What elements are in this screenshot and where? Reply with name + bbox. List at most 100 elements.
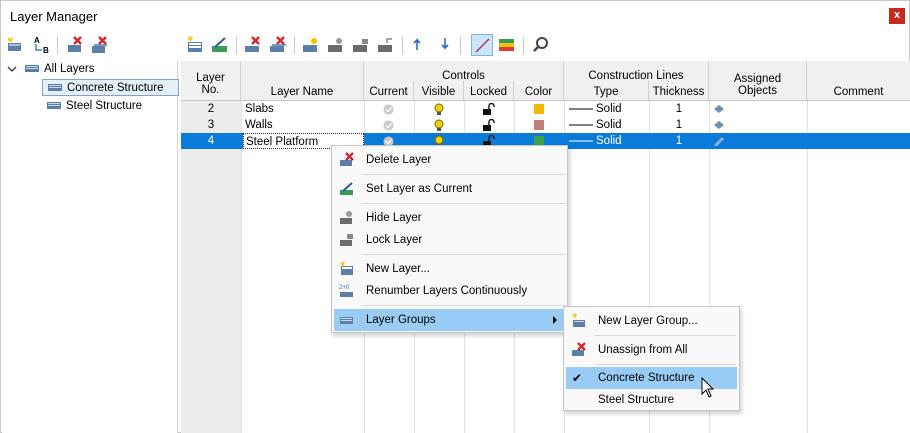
menu-item-label: Lock Layer xyxy=(366,234,423,246)
new-layer-group-button[interactable] xyxy=(4,34,26,56)
tree-item-steel-structure[interactable]: Steel Structure xyxy=(46,98,142,115)
delete-unused-layers-button[interactable] xyxy=(267,34,289,56)
show-layer-icon xyxy=(303,38,317,52)
assigned-objects-icon[interactable] xyxy=(713,104,725,114)
assigned-objects-icon[interactable] xyxy=(713,136,725,146)
construction-lines-button[interactable] xyxy=(471,34,493,56)
header-type[interactable]: Type xyxy=(564,81,649,101)
header-thickness[interactable]: Thickness xyxy=(649,81,709,101)
lock-layer-icon xyxy=(340,234,353,246)
layer-number: 3 xyxy=(207,119,215,131)
delete-layer-button[interactable] xyxy=(242,34,264,56)
layer-toolbar xyxy=(184,34,904,58)
menu-item-layer-groups[interactable]: Layer Groups xyxy=(334,309,565,331)
header-visible[interactable]: Visible xyxy=(414,81,464,101)
header-layer-name[interactable]: Layer Name xyxy=(241,61,364,101)
menu-item-set-current[interactable]: Set Layer as Current xyxy=(334,178,565,200)
close-button[interactable]: x xyxy=(889,8,905,24)
context-menu: Delete Layer Set Layer as Current Hide L… xyxy=(331,145,568,333)
menu-item-new-layer[interactable]: New Layer... xyxy=(334,258,565,280)
delete-group-button[interactable] xyxy=(64,34,86,56)
header-label: Locked xyxy=(469,86,508,98)
menu-item-label: New Layer Group... xyxy=(598,315,698,327)
header-label: Layer xyxy=(196,72,225,84)
header-comment[interactable]: Comment xyxy=(807,61,910,101)
unassign-icon xyxy=(572,342,586,356)
delete-layer-icon xyxy=(245,36,260,52)
delete-group-icon xyxy=(68,36,82,52)
new-layer-group-icon xyxy=(8,37,21,51)
layer-group-icon xyxy=(25,65,39,72)
menu-item-hide-layer[interactable]: Hide Layer xyxy=(334,207,565,229)
header-label: Visible xyxy=(421,86,456,98)
color-swatch[interactable] xyxy=(534,104,544,114)
layer-number: 4 xyxy=(207,135,215,147)
hide-layer-icon xyxy=(328,38,342,52)
layer-groups-icon xyxy=(340,317,353,324)
current-check-icon[interactable] xyxy=(383,120,394,131)
submenu-item-new-layer-group[interactable]: New Layer Group... xyxy=(566,310,737,332)
lock-layer-icon xyxy=(353,39,368,52)
tree-toolbar: AB xyxy=(4,34,180,58)
unlock-layer-icon xyxy=(378,38,392,52)
line-thickness: 1 xyxy=(675,135,683,147)
header-label: Current xyxy=(369,86,408,98)
new-layer-icon xyxy=(340,261,353,275)
line-type: Solid xyxy=(596,119,622,131)
set-current-button[interactable] xyxy=(209,34,231,56)
header-color[interactable]: Color xyxy=(514,81,564,101)
menu-item-label: Steel Structure xyxy=(598,394,675,406)
color-swatch[interactable] xyxy=(534,120,544,130)
line-type: Solid xyxy=(596,135,622,147)
tree-item-concrete-structure[interactable]: Concrete Structure xyxy=(42,79,179,96)
header-label: Comment xyxy=(833,86,884,98)
tree-item-all-layers[interactable]: All Layers xyxy=(24,61,95,78)
chevron-down-icon[interactable] xyxy=(7,64,17,74)
header-layer-no[interactable]: Layer No. xyxy=(181,61,241,101)
layer-group-icon xyxy=(47,102,61,109)
delete-all-groups-button[interactable] xyxy=(89,34,111,56)
construction-line-icon xyxy=(475,38,490,53)
menu-item-label: Renumber Layers Continuously xyxy=(366,285,528,297)
set-current-icon xyxy=(212,37,227,52)
header-current[interactable]: Current xyxy=(364,81,414,101)
submenu-item-unassign[interactable]: Unassign from All xyxy=(566,339,737,361)
layer-name: Walls xyxy=(245,119,273,131)
rename-icon: AB xyxy=(34,36,49,55)
layer-group-tree: All Layers Concrete Structure Steel Stru… xyxy=(2,61,179,433)
hide-layer-button[interactable] xyxy=(325,34,347,56)
visible-bulb-icon[interactable] xyxy=(433,119,445,132)
visible-bulb-icon[interactable] xyxy=(433,103,445,116)
new-layer-button[interactable] xyxy=(184,34,206,56)
checkmark-icon: ✔ xyxy=(572,371,583,385)
show-layer-button[interactable] xyxy=(300,34,322,56)
header-label: Layer Name xyxy=(270,86,334,98)
assigned-objects-icon[interactable] xyxy=(713,120,725,130)
menu-item-renumber[interactable]: 2+0 Renumber Layers Continuously xyxy=(334,280,565,302)
header-label: Thickness xyxy=(652,86,705,98)
search-button[interactable] xyxy=(530,34,552,56)
move-down-button[interactable] xyxy=(433,34,455,56)
new-layer-icon xyxy=(188,36,202,52)
header-locked[interactable]: Locked xyxy=(464,81,514,101)
menu-item-delete-layer[interactable]: Delete Layer xyxy=(334,149,565,171)
header-label: Assigned xyxy=(733,73,782,85)
menu-item-label: New Layer... xyxy=(366,263,430,275)
header-controls: Controls xyxy=(364,61,564,82)
current-check-icon[interactable] xyxy=(383,104,394,115)
unlock-icon[interactable] xyxy=(482,103,495,115)
unlock-layer-button[interactable] xyxy=(375,34,397,56)
line-type: Solid xyxy=(596,103,622,115)
unlock-icon[interactable] xyxy=(482,119,495,131)
svg-text:A: A xyxy=(34,36,40,45)
header-label: Color xyxy=(524,86,553,98)
rename-button[interactable]: AB xyxy=(30,34,52,56)
delete-unused-icon xyxy=(270,36,286,52)
menu-item-label: Delete Layer xyxy=(366,154,432,166)
menu-item-lock-layer[interactable]: Lock Layer xyxy=(334,229,565,251)
lock-layer-button[interactable] xyxy=(350,34,372,56)
header-assigned-objects[interactable]: Assigned Objects xyxy=(709,61,807,101)
layer-colors-button[interactable] xyxy=(496,34,518,56)
move-up-button[interactable] xyxy=(409,34,431,56)
layer-stack-icon xyxy=(499,39,514,51)
